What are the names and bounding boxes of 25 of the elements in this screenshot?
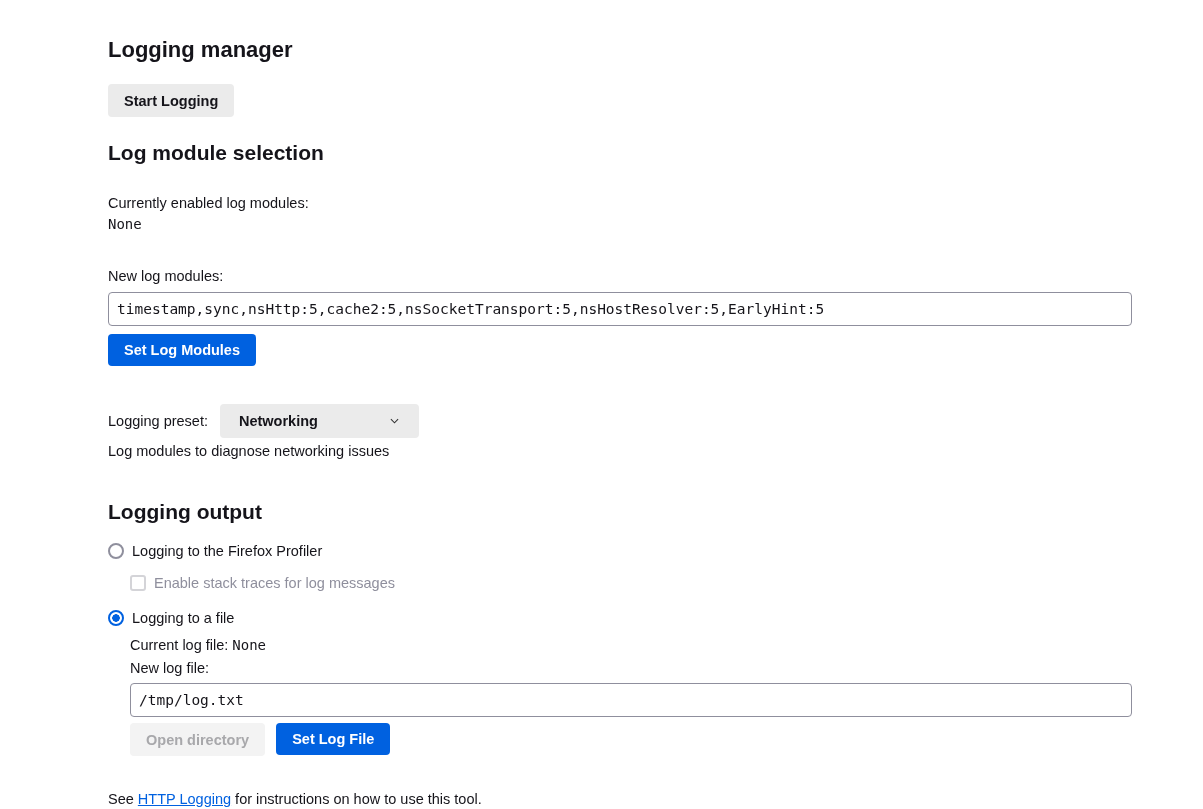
description: Log modules to diagnose networking issues (108, 442, 390, 461)
start-logging-button[interactable]: Start Logging (108, 84, 235, 117)
label: New log modules: (108, 267, 224, 286)
label: Currently enabled log modules: (108, 194, 309, 213)
label: New log file: (130, 659, 209, 678)
page-title: Logging manager (108, 36, 293, 64)
set-log-modules-button[interactable]: Set Log Modules (108, 334, 256, 366)
section-heading: Logging output (108, 499, 262, 525)
option-label: Enable stack traces for log messages (154, 574, 395, 593)
input-field[interactable]: timestamp,sync,nsHttp:5,cache2:5,nsSocketTransport:5,nsHostResolver:5,EarlyHint:5 (108, 292, 1132, 326)
footer-text: See HTTP Logging for instructions on how to use this tool. (108, 790, 482, 809)
option-label: Logging to the Firefox Profiler (132, 542, 323, 561)
section-heading: Log module selection (108, 140, 324, 166)
value-text: None (232, 636, 267, 655)
label: Logging preset: (108, 412, 208, 431)
option-label: Logging to a file (132, 609, 235, 628)
value-text: None (108, 215, 142, 234)
link[interactable]: HTTP Logging (137, 791, 232, 807)
input-field[interactable]: /tmp/log.txt (130, 683, 1132, 717)
radio-button[interactable] (108, 543, 124, 559)
radio-button[interactable] (108, 610, 124, 626)
dropdown[interactable]: Networking (219, 404, 419, 438)
label: Current log file: (130, 636, 229, 655)
button[interactable]: Set Log File (276, 723, 391, 755)
chevron-icon (389, 418, 399, 424)
